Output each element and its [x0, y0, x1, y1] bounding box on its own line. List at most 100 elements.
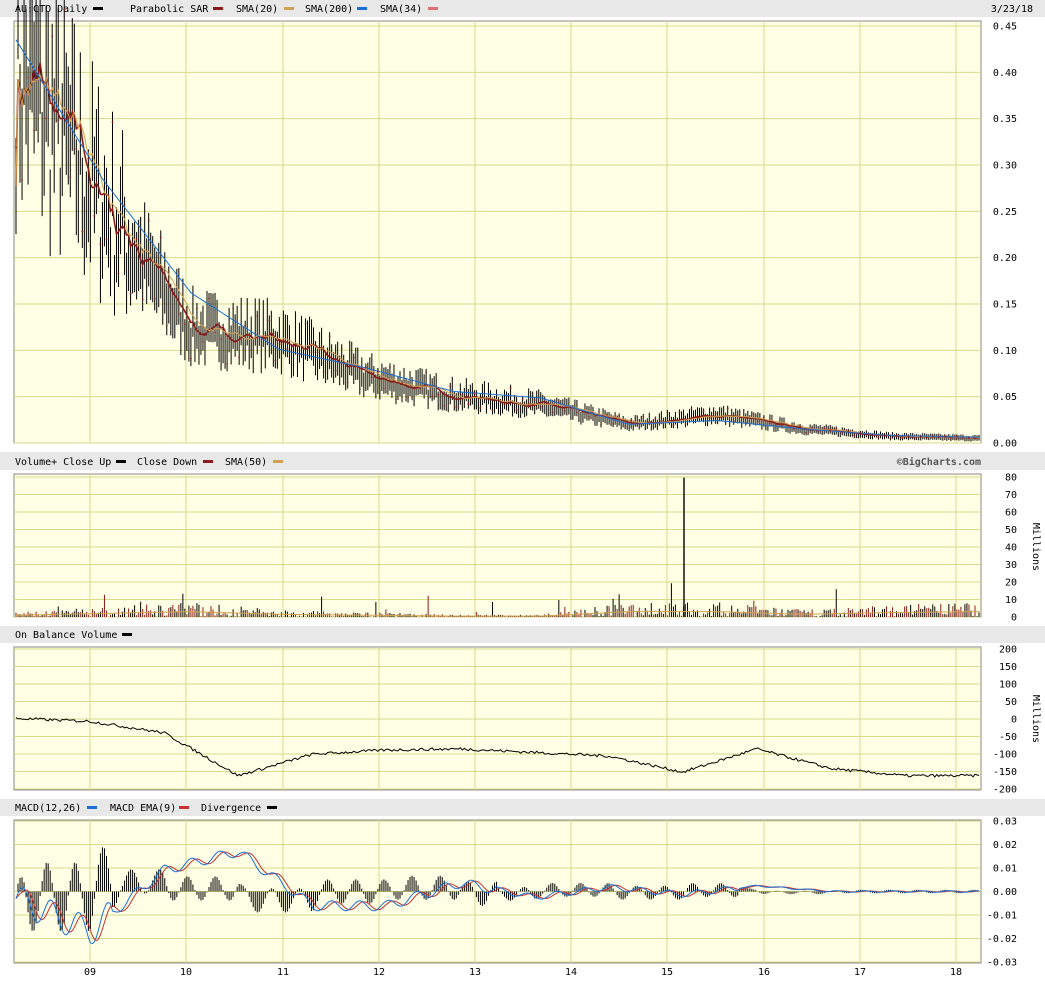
- sar-dot: [714, 412, 717, 415]
- sar-dot: [955, 435, 958, 438]
- legend-sma34-label: SMA(34): [380, 4, 422, 15]
- sar-dot: [503, 403, 506, 406]
- legend-obv-label: On Balance Volume: [15, 630, 117, 641]
- sar-dot: [352, 356, 355, 359]
- legend-vol-sma-swatch: [273, 460, 283, 463]
- legend-vol-down-label: Close Down: [137, 457, 197, 468]
- sar-dot: [883, 434, 886, 436]
- sar-dot: [183, 323, 186, 326]
- sar-dot: [781, 424, 783, 427]
- volume-y-tick-label: 70: [1005, 490, 1017, 501]
- sar-dot: [455, 406, 458, 409]
- sar-dot: [262, 336, 265, 339]
- sar-dot: [835, 427, 838, 430]
- sar-dot: [165, 324, 168, 327]
- sar-dot: [702, 410, 705, 413]
- sar-dot: [642, 415, 645, 418]
- sar-dot: [75, 147, 78, 150]
- sar-dot: [726, 407, 729, 410]
- sar-dot: [491, 409, 494, 412]
- macd-y-tick-label: 0.01: [993, 864, 1017, 875]
- obv-y-tick-label: -200: [993, 785, 1017, 796]
- sar-dot: [913, 437, 916, 439]
- sar-dot: [829, 430, 832, 432]
- price-plot-area: [13, 20, 982, 444]
- sar-dot: [974, 437, 976, 440]
- sar-dot: [841, 431, 844, 434]
- sar-dot: [569, 407, 572, 409]
- sar-dot: [190, 357, 192, 360]
- sar-dot: [256, 315, 259, 317]
- sar-dot: [87, 157, 90, 160]
- sar-dot: [557, 401, 560, 403]
- sar-dot: [962, 437, 964, 439]
- legend-vol-up-label: Volume+ Close Up: [15, 457, 111, 468]
- legend-vol-up-swatch: [116, 460, 126, 463]
- sar-dot: [135, 238, 138, 240]
- obv-y-tick-label: 0: [1011, 715, 1017, 726]
- price-y-tick-label: 0.00: [993, 439, 1017, 450]
- sar-dot: [383, 387, 385, 390]
- sar-dot: [304, 322, 307, 325]
- macd-y-tick-label: -0.03: [987, 958, 1017, 969]
- sar-dot: [81, 230, 84, 233]
- sar-dot: [756, 420, 759, 423]
- sar-dot: [51, 35, 54, 38]
- sar-dot: [769, 422, 771, 425]
- sar-dot: [654, 418, 657, 420]
- x-tick-label: 17: [854, 967, 866, 978]
- sar-dot: [364, 366, 367, 369]
- macd-panel-header: MACD(12,26) MACD EMA(9) Divergence: [15, 803, 277, 814]
- volume-y-tick-label: 20: [1005, 578, 1017, 589]
- sar-dot: [117, 272, 120, 275]
- obv-y-tick-label: -150: [993, 767, 1017, 778]
- x-tick-label: 16: [758, 967, 770, 978]
- sar-dot: [292, 345, 295, 348]
- legend-sma200-swatch: [357, 7, 367, 10]
- sar-dot: [509, 387, 512, 389]
- sar-dot: [473, 392, 476, 395]
- sar-dot: [515, 409, 518, 411]
- sar-dot: [93, 214, 96, 217]
- obv-panel-header: On Balance Volume: [15, 630, 132, 641]
- price-y-tick-label: 0.15: [993, 300, 1017, 311]
- legend-obv-swatch: [122, 633, 132, 636]
- x-tick-label: 15: [661, 967, 673, 978]
- macd-y-tick-label: -0.01: [987, 911, 1017, 922]
- sar-dot: [775, 423, 777, 426]
- price-y-tick-label: 0.20: [993, 253, 1017, 264]
- sar-dot: [322, 370, 325, 373]
- price-y-tick-label: 0.05: [993, 392, 1017, 403]
- sar-dot: [425, 371, 428, 374]
- legend-macd-ema-label: MACD EMA(9): [110, 803, 176, 814]
- sar-dot: [594, 415, 596, 418]
- sar-dot: [298, 353, 301, 356]
- sar-dot: [57, 119, 60, 122]
- sar-dot: [419, 387, 421, 390]
- sar-dot: [226, 363, 228, 365]
- sar-dot: [551, 411, 554, 414]
- sar-dot: [539, 405, 542, 408]
- sar-dot: [527, 402, 530, 405]
- chart-panels: [0, 0, 1045, 964]
- sar-dot: [479, 407, 482, 409]
- sar-dot: [467, 403, 470, 406]
- sar-dot: [497, 399, 500, 402]
- sar-dot: [208, 297, 210, 300]
- sar-dot: [141, 298, 144, 301]
- sar-dot: [696, 416, 699, 419]
- volume-y-tick-label: 10: [1005, 595, 1017, 606]
- sar-dot: [33, 129, 35, 132]
- obv-y-tick-label: -50: [999, 732, 1017, 743]
- sar-dot: [787, 425, 789, 427]
- sar-dot: [943, 435, 946, 438]
- sar-dot: [244, 324, 247, 327]
- sar-dot: [582, 411, 584, 413]
- sar-dot: [334, 369, 337, 372]
- sar-dot: [27, 77, 29, 79]
- sar-dot: [340, 347, 343, 350]
- sar-dot: [286, 348, 289, 350]
- sar-dot: [443, 404, 446, 407]
- x-tick-label: 13: [469, 967, 481, 978]
- sar-dot: [630, 419, 633, 422]
